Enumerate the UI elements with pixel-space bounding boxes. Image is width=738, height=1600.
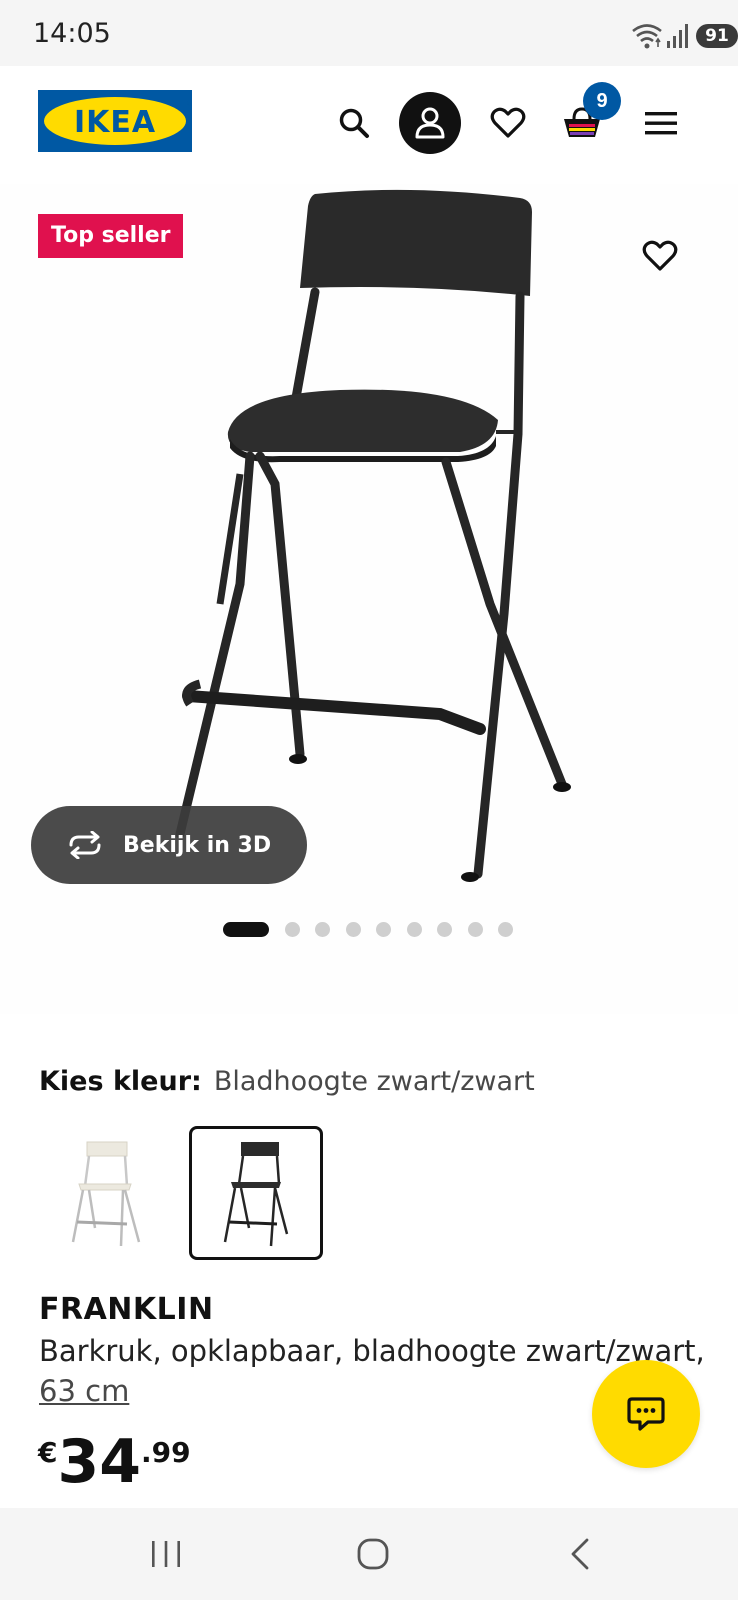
carousel-dot[interactable] bbox=[315, 921, 330, 937]
view-in-3d-label: Bekijk in 3D bbox=[123, 832, 272, 858]
wishlist-button[interactable] bbox=[477, 92, 539, 154]
color-swatch-black[interactable] bbox=[189, 1126, 323, 1260]
signal-icon bbox=[667, 24, 688, 48]
carousel-dot[interactable] bbox=[498, 921, 513, 937]
heart-icon bbox=[642, 240, 678, 271]
product-name: FRANKLIN bbox=[39, 1292, 214, 1327]
battery-indicator: 91 bbox=[696, 24, 738, 48]
selected-color-value: Bladhoogte zwart/zwart bbox=[213, 1066, 535, 1097]
back-icon bbox=[571, 1538, 589, 1570]
color-label: Kies kleur: bbox=[39, 1066, 202, 1097]
wifi-icon bbox=[632, 24, 662, 49]
search-icon bbox=[339, 108, 369, 138]
product-price: €34.99 bbox=[38, 1430, 191, 1494]
logo-text: IKEA bbox=[74, 105, 156, 140]
heart-icon bbox=[490, 107, 526, 138]
status-time: 14:05 bbox=[33, 18, 111, 49]
back-button[interactable] bbox=[550, 1532, 610, 1576]
carousel-indicator[interactable] bbox=[223, 921, 529, 937]
svg-text:®: ® bbox=[186, 99, 192, 108]
price-currency: € bbox=[38, 1436, 58, 1469]
black-stool-thumbnail bbox=[223, 1142, 289, 1247]
chat-icon bbox=[627, 1397, 665, 1431]
cart-count-badge: 9 bbox=[583, 82, 621, 120]
recents-icon bbox=[152, 1541, 180, 1567]
rotate-3d-icon bbox=[69, 831, 101, 859]
home-button[interactable] bbox=[343, 1532, 403, 1576]
cart-button[interactable]: 9 bbox=[551, 82, 621, 154]
system-navigation-bar bbox=[0, 1508, 738, 1600]
product-media-carousel[interactable]: Top seller Bekijk in 3D bbox=[0, 184, 738, 1014]
color-swatch-white[interactable] bbox=[40, 1126, 174, 1260]
carousel-dot[interactable] bbox=[467, 921, 483, 937]
carousel-dot[interactable] bbox=[345, 921, 361, 937]
recent-apps-button[interactable] bbox=[136, 1532, 196, 1576]
view-in-3d-button[interactable]: Bekijk in 3D bbox=[31, 806, 307, 884]
price-integer: 34 bbox=[57, 1427, 141, 1497]
site-header: IKEA ® 9 bbox=[0, 66, 738, 184]
product-description-text: Barkruk, opklapbaar, bladhoogte zwart/zw… bbox=[39, 1334, 705, 1368]
carousel-dot[interactable] bbox=[223, 921, 269, 937]
color-selector-header: Kies kleur: Bladhoogte zwart/zwart bbox=[39, 1064, 535, 1099]
product-image-bar-stool bbox=[175, 189, 571, 882]
add-to-wishlist-button[interactable] bbox=[632, 228, 688, 284]
status-bar: 14:05 91 bbox=[0, 0, 738, 66]
carousel-dot[interactable] bbox=[376, 921, 391, 937]
menu-icon bbox=[645, 112, 677, 135]
ikea-logo[interactable]: IKEA ® bbox=[38, 90, 194, 152]
white-stool-thumbnail bbox=[71, 1141, 141, 1247]
carousel-dot[interactable] bbox=[284, 921, 300, 937]
price-decimal: .99 bbox=[140, 1436, 191, 1469]
product-size-link[interactable]: 63 cm bbox=[39, 1374, 129, 1408]
account-icon bbox=[415, 107, 445, 139]
menu-button[interactable] bbox=[630, 92, 692, 154]
chat-button[interactable] bbox=[592, 1360, 700, 1468]
carousel-dot[interactable] bbox=[437, 921, 452, 937]
account-button[interactable] bbox=[399, 92, 461, 154]
search-button[interactable] bbox=[323, 92, 385, 154]
home-icon bbox=[357, 1538, 389, 1570]
carousel-dot[interactable] bbox=[406, 921, 422, 937]
